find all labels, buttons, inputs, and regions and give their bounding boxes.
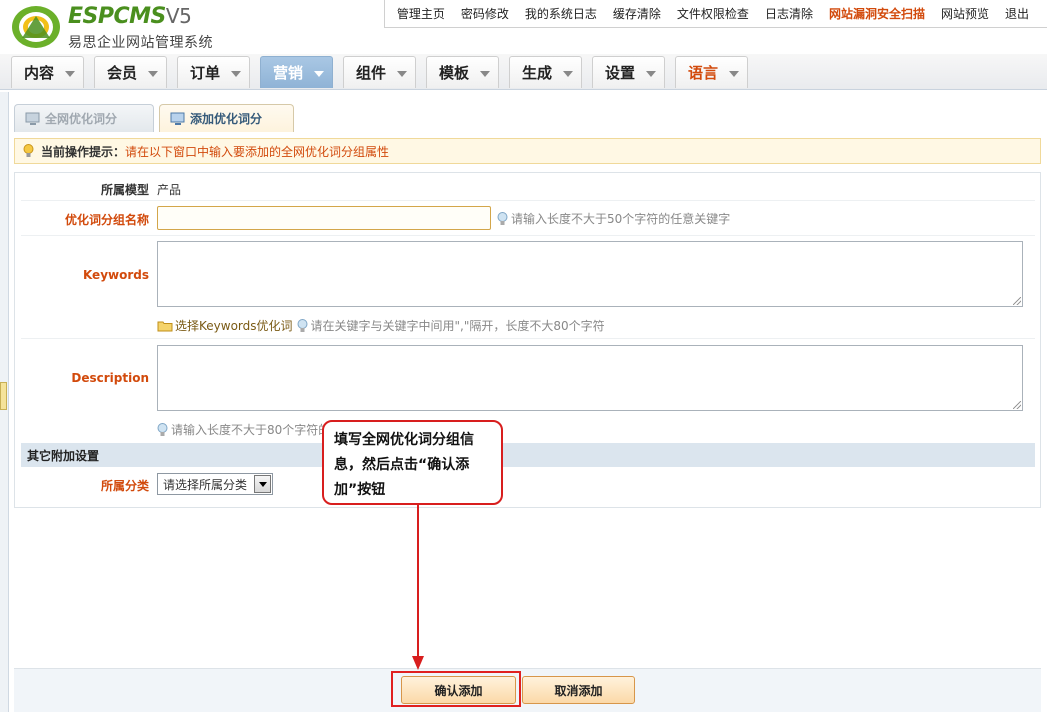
menu-templates[interactable]: 模板 [426,56,499,88]
topnav-password[interactable]: 密码修改 [453,5,517,22]
topnav-home[interactable]: 管理主页 [389,5,453,22]
chevron-down-icon [231,71,241,77]
tab-add-keyword-group[interactable]: 添加优化词分 [159,104,294,132]
menu-marketing[interactable]: 营销 [260,56,333,88]
top-navigation: 管理主页 密码修改 我的系统日志 缓存清除 文件权限检查 日志清除 网站漏洞安全… [383,0,1047,28]
category-label: 所属分类 [100,479,149,493]
keywords-tip-text: 请在关键字与关键字中间用","隔开，长度不大80个字符 [310,319,605,333]
header: ESPCMSV5 易思企业网站管理系统 管理主页 密码修改 我的系统日志 缓存清… [0,0,1047,90]
tab-keyword-groups-label: 全网优化词分 [45,112,118,126]
menu-order[interactable]: 订单 [177,56,250,88]
category-select[interactable]: 请选择所属分类 [157,473,273,495]
menu-marketing-label: 营销 [273,64,304,82]
chevron-down-icon [397,71,407,77]
sidebar-toggle-handle[interactable] [0,382,7,410]
keywords-label: Keywords [82,268,149,282]
chevron-down-icon [65,71,75,77]
menu-generate-label: 生成 [522,64,553,82]
logo-icon [12,6,60,48]
description-tip: 请输入长度不大于80个字符的 [157,421,330,438]
info-bulb-icon [497,211,508,225]
select-keywords-link[interactable]: 选择Keywords优化词 [157,317,293,334]
topnav-clear-log[interactable]: 日志清除 [757,5,821,22]
select-keywords-label: 选择Keywords优化词 [175,319,293,333]
cancel-add-button[interactable]: 取消添加 [522,676,635,704]
resize-grip-icon[interactable] [1013,297,1021,305]
add-group-form: 所属模型 产品 优化词分组名称 请输入长度不大于50个字符的任意关键字 Keyw… [14,172,1041,508]
monitor-icon [25,112,40,125]
menu-member[interactable]: 会员 [94,56,167,88]
chevron-down-icon [148,71,158,77]
menu-content-label: 内容 [24,64,55,82]
keywords-textarea[interactable] [157,241,1023,307]
additional-settings-header: 其它附加设置 [21,443,1035,467]
topnav-logout[interactable]: 退出 [997,5,1037,22]
logo[interactable]: ESPCMSV5 易思企业网站管理系统 [10,4,220,51]
topnav-my-log[interactable]: 我的系统日志 [517,5,605,22]
group-name-label: 优化词分组名称 [64,213,149,227]
logo-subtitle: 易思企业网站管理系统 [68,35,213,51]
resize-grip-icon[interactable] [1013,401,1021,409]
menu-templates-label: 模板 [439,64,470,82]
description-tip-text: 请输入长度不大于80个字符的 [171,423,331,437]
lightbulb-icon [23,144,34,157]
topnav-clear-cache[interactable]: 缓存清除 [605,5,669,22]
hint-label: 当前操作提示： [41,144,126,159]
topnav-security-scan[interactable]: 网站漏洞安全扫描 [821,5,933,22]
menu-order-label: 订单 [190,64,221,82]
instruction-callout: 填写全网优化词分组信息，然后点击“确认添加”按钮 [322,420,503,505]
dropdown-arrow-icon[interactable] [254,475,271,493]
description-textarea[interactable] [157,345,1023,411]
chevron-down-icon [729,71,739,77]
info-bulb-icon [297,318,308,332]
menu-content[interactable]: 内容 [11,56,84,88]
confirm-button-highlight [391,671,521,707]
monitor-icon [170,112,185,125]
topnav-preview[interactable]: 网站预览 [933,5,997,22]
info-bulb-icon [157,422,168,436]
main-menu: 内容 会员 订单 营销 组件 模板 生成 设置 语言 [0,54,1047,90]
menu-components-label: 组件 [356,64,387,82]
row-keywords: Keywords 选择Keywords优化词 请在关键字与关键字中间用","隔开… [21,236,1035,339]
description-label: Description [71,371,149,385]
row-category: 所属分类 请选择所属分类 [21,467,1035,499]
chevron-down-icon [314,71,324,77]
hint-message: 请在以下窗口中输入要添加的全网优化词分组属性 [125,144,390,159]
category-selected-value: 请选择所属分类 [163,477,248,492]
keywords-tools: 选择Keywords优化词 请在关键字与关键字中间用","隔开，长度不大80个字… [157,317,605,334]
row-model: 所属模型 产品 [21,173,1035,201]
row-group-name: 优化词分组名称 请输入长度不大于50个字符的任意关键字 [21,201,1035,236]
menu-settings[interactable]: 设置 [592,56,665,88]
chevron-down-icon [646,71,656,77]
group-name-input[interactable] [157,206,491,230]
menu-member-label: 会员 [107,64,138,82]
model-value: 产品 [157,183,182,197]
menu-components[interactable]: 组件 [343,56,416,88]
topnav-file-permission[interactable]: 文件权限检查 [669,5,757,22]
folder-icon [157,321,173,331]
chevron-down-icon [563,71,573,77]
group-name-tip: 请输入长度不大于50个字符的任意关键字 [497,210,730,227]
logo-title: ESPCMSV5 [68,4,192,29]
menu-settings-label: 设置 [605,64,636,82]
tab-keyword-groups[interactable]: 全网优化词分 [14,104,154,132]
tab-add-keyword-group-label: 添加优化词分 [190,112,263,126]
menu-language[interactable]: 语言 [675,56,748,88]
chevron-down-icon [480,71,490,77]
row-description: Description 请输入长度不大于80个字符的 [21,339,1035,443]
menu-language-label: 语言 [688,64,719,82]
left-sidebar-collapsed [0,92,9,712]
operation-hint: 当前操作提示： 请在以下窗口中输入要添加的全网优化词分组属性 [14,138,1041,164]
menu-generate[interactable]: 生成 [509,56,582,88]
group-name-tip-text: 请输入长度不大于50个字符的任意关键字 [511,212,731,226]
model-label: 所属模型 [100,183,149,197]
